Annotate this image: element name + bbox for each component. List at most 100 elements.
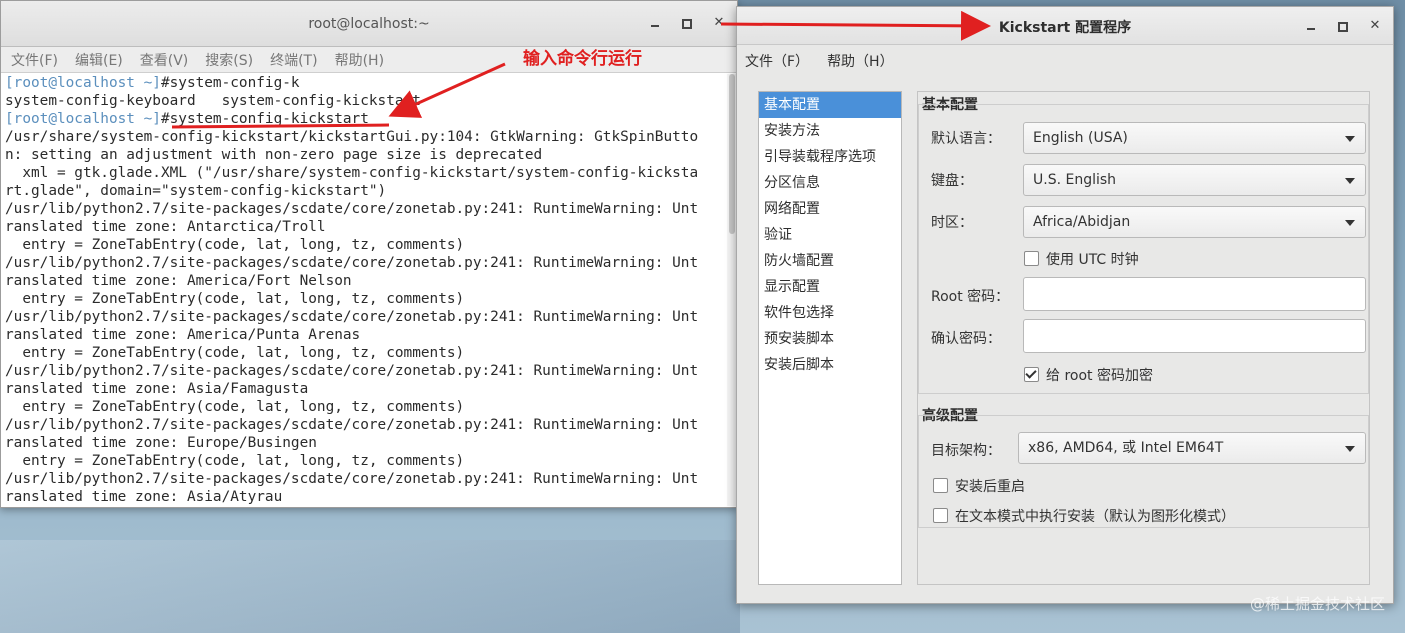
- terminal-text: ranslated time zone: Europe/Busingen: [5, 435, 317, 451]
- close-button[interactable]: ✕: [711, 15, 727, 31]
- arch-select[interactable]: x86, AMD64, 或 Intel EM64T: [1018, 432, 1366, 464]
- terminal-line: /usr/lib/python2.7/site-packages/scdate/…: [5, 362, 725, 380]
- sidebar-item[interactable]: 显示配置: [759, 274, 901, 300]
- close-icon: ✕: [1369, 18, 1381, 33]
- chevron-down-icon: [1345, 136, 1355, 142]
- watermark: @稀土掘金技术社区: [1249, 595, 1385, 613]
- terminal-line: rt.glade", domain="system-config-kicksta…: [5, 182, 725, 200]
- root-password-field[interactable]: [1023, 277, 1366, 311]
- menu-view[interactable]: 查看(V): [140, 50, 189, 70]
- terminal-line: ranslated time zone: America/Fort Nelson: [5, 272, 725, 290]
- terminal-line: entry = ZoneTabEntry(code, lat, long, tz…: [5, 398, 725, 416]
- checkbox-icon: [933, 478, 948, 493]
- terminal-line: /usr/share/system-config-kickstart/kicks…: [5, 128, 725, 146]
- terminal-text: /usr/share/system-config-kickstart/kicks…: [5, 129, 699, 145]
- terminal-line: entry = ZoneTabEntry(code, lat, long, tz…: [5, 236, 725, 254]
- kickstart-titlebar[interactable]: Kickstart 配置程序 ✕: [737, 7, 1393, 45]
- terminal-text: entry = ZoneTabEntry(code, lat, long, tz…: [5, 237, 465, 253]
- menu-terminal[interactable]: 终端(T): [270, 50, 317, 70]
- terminal-line: xml = gtk.glade.XML ("/usr/share/system-…: [5, 164, 725, 182]
- timezone-select[interactable]: Africa/Abidjan: [1023, 206, 1366, 238]
- sidebar-item[interactable]: 安装后脚本: [759, 352, 901, 378]
- terminal-text: system-config-keyboard system-config-kic…: [5, 93, 421, 109]
- terminal-text: /usr/lib/python2.7/site-packages/scdate/…: [5, 363, 699, 379]
- language-label: 默认语言：: [931, 131, 1001, 147]
- terminal-text: xml = gtk.glade.XML ("/usr/share/system-…: [5, 165, 699, 181]
- confirm-password-label: 确认密码：: [931, 331, 1001, 347]
- minimize-button[interactable]: [1303, 18, 1319, 34]
- sidebar-item[interactable]: 基本配置: [759, 92, 901, 118]
- terminal-window: root@localhost:~ ✕ 文件(F) 编辑(E) 查看(V) 搜索(S) 终…: [0, 0, 738, 508]
- checkbox-icon: [1024, 251, 1039, 266]
- sidebar-item[interactable]: 引导装载程序选项: [759, 144, 901, 170]
- category-list: 基本配置 安装方法 引导装载程序选项 分区信息 网络配置 验证 防火墙配置 显示配置 软件包选择…: [758, 91, 902, 585]
- maximize-icon: [682, 19, 692, 29]
- menu-help[interactable]: 帮助（H）: [827, 51, 894, 71]
- terminal-text: entry = ZoneTabEntry(code, lat, long, tz…: [5, 453, 465, 469]
- root-password-label: Root 密码：: [931, 289, 1010, 305]
- minimize-button[interactable]: [647, 15, 663, 31]
- confirm-password-field[interactable]: [1023, 319, 1366, 353]
- sidebar-item[interactable]: 安装方法: [759, 118, 901, 144]
- terminal-line: ranslated time zone: Asia/Famagusta: [5, 380, 725, 398]
- terminal-line: n: setting an adjustment with non-zero p…: [5, 146, 725, 164]
- sidebar-item[interactable]: 预安装脚本: [759, 326, 901, 352]
- terminal-text: #system-config-k: [160, 75, 300, 91]
- menu-search[interactable]: 搜索(S): [205, 50, 253, 70]
- minimize-icon: [1307, 28, 1315, 30]
- close-button[interactable]: ✕: [1367, 18, 1383, 34]
- reboot-checkbox[interactable]: 安装后重启: [933, 476, 1025, 496]
- desktop-background: [0, 540, 740, 633]
- language-value: English (USA): [1033, 130, 1128, 146]
- checkbox-icon: [933, 508, 948, 523]
- terminal-text: rt.glade", domain="system-config-kicksta…: [5, 183, 387, 199]
- menu-edit[interactable]: 编辑(E): [75, 50, 123, 70]
- terminal-titlebar[interactable]: root@localhost:~ ✕: [1, 1, 737, 47]
- kickstart-menubar: 文件（F） 帮助（H）: [737, 45, 1393, 75]
- terminal-text: ranslated time zone: America/Punta Arena…: [5, 327, 361, 343]
- utc-checkbox[interactable]: 使用 UTC 时钟: [1024, 249, 1139, 269]
- terminal-text: /usr/lib/python2.7/site-packages/scdate/…: [5, 201, 699, 217]
- utc-label: 使用 UTC 时钟: [1046, 252, 1139, 268]
- keyboard-select[interactable]: U.S. English: [1023, 164, 1366, 196]
- sidebar-item[interactable]: 网络配置: [759, 196, 901, 222]
- terminal-text: ranslated time zone: Antarctica/Troll: [5, 219, 326, 235]
- terminal-line: ranslated time zone: America/Punta Arena…: [5, 326, 725, 344]
- terminal-line: entry = ZoneTabEntry(code, lat, long, tz…: [5, 290, 725, 308]
- chevron-down-icon: [1345, 220, 1355, 226]
- language-select[interactable]: English (USA): [1023, 122, 1366, 154]
- encrypt-label: 给 root 密码加密: [1046, 368, 1153, 384]
- terminal-text: entry = ZoneTabEntry(code, lat, long, tz…: [5, 291, 465, 307]
- terminal-text: /usr/lib/python2.7/site-packages/scdate/…: [5, 309, 699, 325]
- kickstart-title: Kickstart 配置程序: [998, 20, 1132, 36]
- terminal-line: ranslated time zone: Asia/Atyrau: [5, 488, 725, 506]
- scrollbar-thumb[interactable]: [729, 74, 735, 234]
- maximize-button[interactable]: [678, 15, 694, 31]
- keyboard-value: U.S. English: [1033, 172, 1117, 188]
- sidebar-item[interactable]: 防火墙配置: [759, 248, 901, 274]
- terminal-line: entry = ZoneTabEntry(code, lat, long, tz…: [5, 452, 725, 470]
- textmode-checkbox[interactable]: 在文本模式中执行安装（默认为图形化模式）: [933, 506, 1235, 526]
- reboot-label: 安装后重启: [955, 479, 1025, 495]
- menu-help[interactable]: 帮助(H): [335, 50, 384, 70]
- prompt-user: [root@localhost ~]: [5, 111, 161, 127]
- menu-file[interactable]: 文件（F）: [745, 51, 809, 71]
- terminal-text: #system-config-kickstart: [160, 111, 369, 127]
- terminal-line: /usr/lib/python2.7/site-packages/scdate/…: [5, 308, 725, 326]
- close-icon: ✕: [713, 15, 725, 30]
- sidebar-item[interactable]: 软件包选择: [759, 300, 901, 326]
- terminal-text: n: setting an adjustment with non-zero p…: [5, 147, 543, 163]
- terminal-line: /usr/lib/python2.7/site-packages/scdate/…: [5, 200, 725, 218]
- chevron-down-icon: [1345, 446, 1355, 452]
- menu-file[interactable]: 文件(F): [11, 50, 58, 70]
- kickstart-window: Kickstart 配置程序 ✕ 文件（F） 帮助（H） 基本配置 安装方法 引导装载…: [736, 6, 1394, 604]
- timezone-label: 时区：: [931, 215, 973, 231]
- terminal-output[interactable]: [root@localhost ~] #system-config-k system…: [5, 74, 725, 506]
- encrypt-checkbox[interactable]: 给 root 密码加密: [1024, 365, 1153, 385]
- sidebar-item[interactable]: 分区信息: [759, 170, 901, 196]
- arch-label: 目标架构：: [931, 443, 1001, 459]
- minimize-icon: [651, 25, 659, 27]
- maximize-button[interactable]: [1334, 18, 1350, 34]
- sidebar-item[interactable]: 验证: [759, 222, 901, 248]
- terminal-line: ranslated time zone: Antarctica/Troll: [5, 218, 725, 236]
